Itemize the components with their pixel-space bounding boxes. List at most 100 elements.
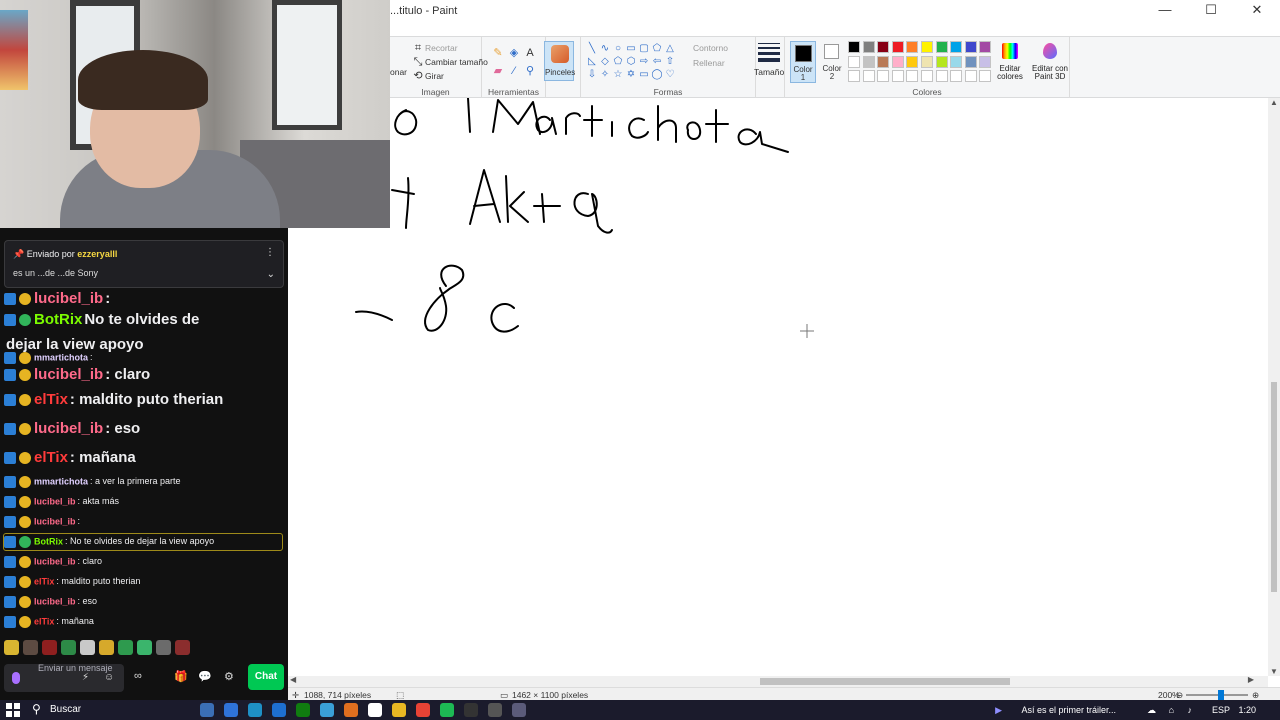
close-button[interactable]: ✕ xyxy=(1234,0,1280,22)
language-indicator[interactable]: ESP xyxy=(1212,705,1230,715)
settings-icon[interactable]: ⚙ xyxy=(224,670,234,683)
down-arrow-shape-icon[interactable]: ⇩ xyxy=(586,69,598,81)
horizontal-scrollbar[interactable]: ◀ ▶ xyxy=(288,675,1268,687)
chat-username[interactable]: lucibel_ib xyxy=(34,366,103,383)
chrome-icon[interactable] xyxy=(416,703,430,717)
eraser-icon[interactable]: ▰ xyxy=(492,65,504,77)
gift-icon[interactable]: 🎁 xyxy=(174,670,188,683)
callout-oval-shape-icon[interactable]: ◯ xyxy=(651,69,663,81)
chat-username[interactable]: mmartichota xyxy=(34,476,88,486)
start-button[interactable] xyxy=(6,703,20,717)
color-picker-icon[interactable]: ⁄ xyxy=(508,65,520,77)
chat-username[interactable]: lucibel_ib xyxy=(34,556,76,566)
line-shape-icon[interactable]: ╲ xyxy=(586,43,598,55)
horizontal-scroll-thumb[interactable] xyxy=(760,678,1010,685)
network-icon[interactable]: ⌂ xyxy=(1169,705,1174,715)
hexagon-shape-icon[interactable]: ⬡ xyxy=(625,56,637,68)
volume-icon[interactable]: ♪ xyxy=(1188,705,1193,715)
pinned-message[interactable]: 📌 Enviado por ezzeryalll es un ...de ...… xyxy=(4,240,284,288)
app-icon-13[interactable] xyxy=(488,703,502,717)
shapes-gallery[interactable]: ╲ ∿ ○ ▭ ▢ ⬠ △ ◺ ◇ ⬠ ⬡ ⇨ ⇦ ⇧ ⇩ ✧ ☆ ✡ ▭ ◯ ♡ xyxy=(586,43,676,81)
notification-text[interactable]: Así es el primer tráiler... xyxy=(1021,705,1116,715)
left-arrow-shape-icon[interactable]: ⇦ xyxy=(651,56,663,68)
rotate-button[interactable]: Girar xyxy=(425,71,444,81)
outline-button[interactable]: Contorno xyxy=(693,43,728,53)
select-button[interactable]: onar xyxy=(390,67,407,77)
callout-rect-shape-icon[interactable]: ▭ xyxy=(638,69,650,81)
edge-icon[interactable] xyxy=(224,703,238,717)
fill-icon[interactable]: ◈ xyxy=(508,47,520,59)
chat-username[interactable]: lucibel_ib xyxy=(34,516,76,526)
size-button[interactable] xyxy=(758,43,780,65)
file-explorer-icon[interactable] xyxy=(392,703,406,717)
vertical-scroll-thumb[interactable] xyxy=(1271,382,1277,592)
paint-taskbar-icon[interactable] xyxy=(512,703,526,717)
heart-shape-icon[interactable]: ♡ xyxy=(664,69,676,81)
chat-bubble-icon[interactable]: 💬 xyxy=(198,670,212,683)
emote-1-icon[interactable] xyxy=(4,640,19,655)
oval-shape-icon[interactable]: ○ xyxy=(612,43,624,55)
emoji-icon[interactable]: ☺ xyxy=(104,672,114,683)
scroll-left-icon[interactable]: ◀ xyxy=(290,675,296,684)
cloud-icon[interactable]: ☁ xyxy=(1147,705,1156,716)
taskbar-search[interactable]: ⚲ Buscar xyxy=(26,700,196,720)
chat-username[interactable]: lucibel_ib xyxy=(34,496,76,506)
emote-3-icon[interactable] xyxy=(42,640,57,655)
chat-username[interactable]: lucibel_ib xyxy=(34,290,103,307)
emote-10-icon[interactable] xyxy=(175,640,190,655)
scroll-up-icon[interactable]: ▲ xyxy=(1268,98,1280,107)
chat-username[interactable]: lucibel_ib xyxy=(34,596,76,606)
pencil-icon[interactable]: ✎ xyxy=(492,47,504,59)
mail-icon[interactable] xyxy=(320,703,334,717)
zoom-slider[interactable] xyxy=(1186,694,1248,696)
xbox-icon[interactable] xyxy=(296,703,310,717)
six-star-shape-icon[interactable]: ✡ xyxy=(625,69,637,81)
edit-paint3d-button[interactable]: Editar con Paint 3D xyxy=(1030,41,1070,85)
minimize-button[interactable]: — xyxy=(1142,0,1188,22)
maximize-button[interactable]: ☐ xyxy=(1188,0,1234,22)
fill-button[interactable]: Rellenar xyxy=(693,58,725,68)
microphone-icon[interactable] xyxy=(12,672,20,684)
store-icon[interactable] xyxy=(272,703,286,717)
app-icon-8[interactable] xyxy=(368,703,382,717)
commands-icon[interactable]: ⚡ xyxy=(82,672,89,683)
five-star-shape-icon[interactable]: ☆ xyxy=(612,69,624,81)
chevron-down-icon[interactable]: ⌄ xyxy=(267,269,275,280)
emote-7-icon[interactable] xyxy=(118,640,133,655)
chat-username[interactable]: elTix xyxy=(34,616,54,626)
clock[interactable]: 1:20 xyxy=(1238,705,1256,715)
curve-shape-icon[interactable]: ∿ xyxy=(599,43,611,55)
chat-input[interactable]: Enviar un mensaje ⚡ ☺ xyxy=(4,663,124,692)
emote-2-icon[interactable] xyxy=(23,640,38,655)
rectangle-shape-icon[interactable]: ▭ xyxy=(625,43,637,55)
chat-username[interactable]: lucibel_ib xyxy=(34,420,103,437)
magnifier-icon[interactable]: ⚲ xyxy=(524,65,536,77)
emote-8-icon[interactable] xyxy=(137,640,152,655)
chat-username[interactable]: elTix xyxy=(34,449,68,466)
polygon-shape-icon[interactable]: ⬠ xyxy=(651,43,663,55)
brushes-button[interactable]: Pinceles xyxy=(544,41,575,81)
resize-button[interactable]: Cambiar tamaño xyxy=(425,57,488,67)
right-triangle-shape-icon[interactable]: ◺ xyxy=(586,56,598,68)
scroll-right-icon[interactable]: ▶ xyxy=(1248,675,1254,684)
scroll-down-icon[interactable]: ▼ xyxy=(1268,667,1280,676)
emote-6-icon[interactable] xyxy=(99,640,114,655)
obs-icon[interactable] xyxy=(464,703,478,717)
diamond-shape-icon[interactable]: ◇ xyxy=(599,56,611,68)
browser-icon[interactable] xyxy=(248,703,262,717)
four-star-shape-icon[interactable]: ✧ xyxy=(599,69,611,81)
triangle-shape-icon[interactable]: △ xyxy=(664,43,676,55)
chat-username[interactable]: elTix xyxy=(34,576,54,586)
vertical-scrollbar[interactable]: ▲ ▼ xyxy=(1268,98,1280,676)
app-icon-7[interactable] xyxy=(344,703,358,717)
crop-button[interactable]: Recortar xyxy=(425,43,458,53)
rounded-rect-shape-icon[interactable]: ▢ xyxy=(638,43,650,55)
chat-username[interactable]: elTix xyxy=(34,391,68,408)
up-arrow-shape-icon[interactable]: ⇧ xyxy=(664,56,676,68)
text-icon[interactable]: A xyxy=(524,47,536,59)
edit-colors-button[interactable]: Editar colores xyxy=(995,41,1025,85)
zoom-slider-thumb[interactable] xyxy=(1218,690,1224,700)
emote-9-icon[interactable] xyxy=(156,640,171,655)
chat-username[interactable]: BotRix xyxy=(34,311,82,328)
emote-strip[interactable] xyxy=(4,640,190,658)
